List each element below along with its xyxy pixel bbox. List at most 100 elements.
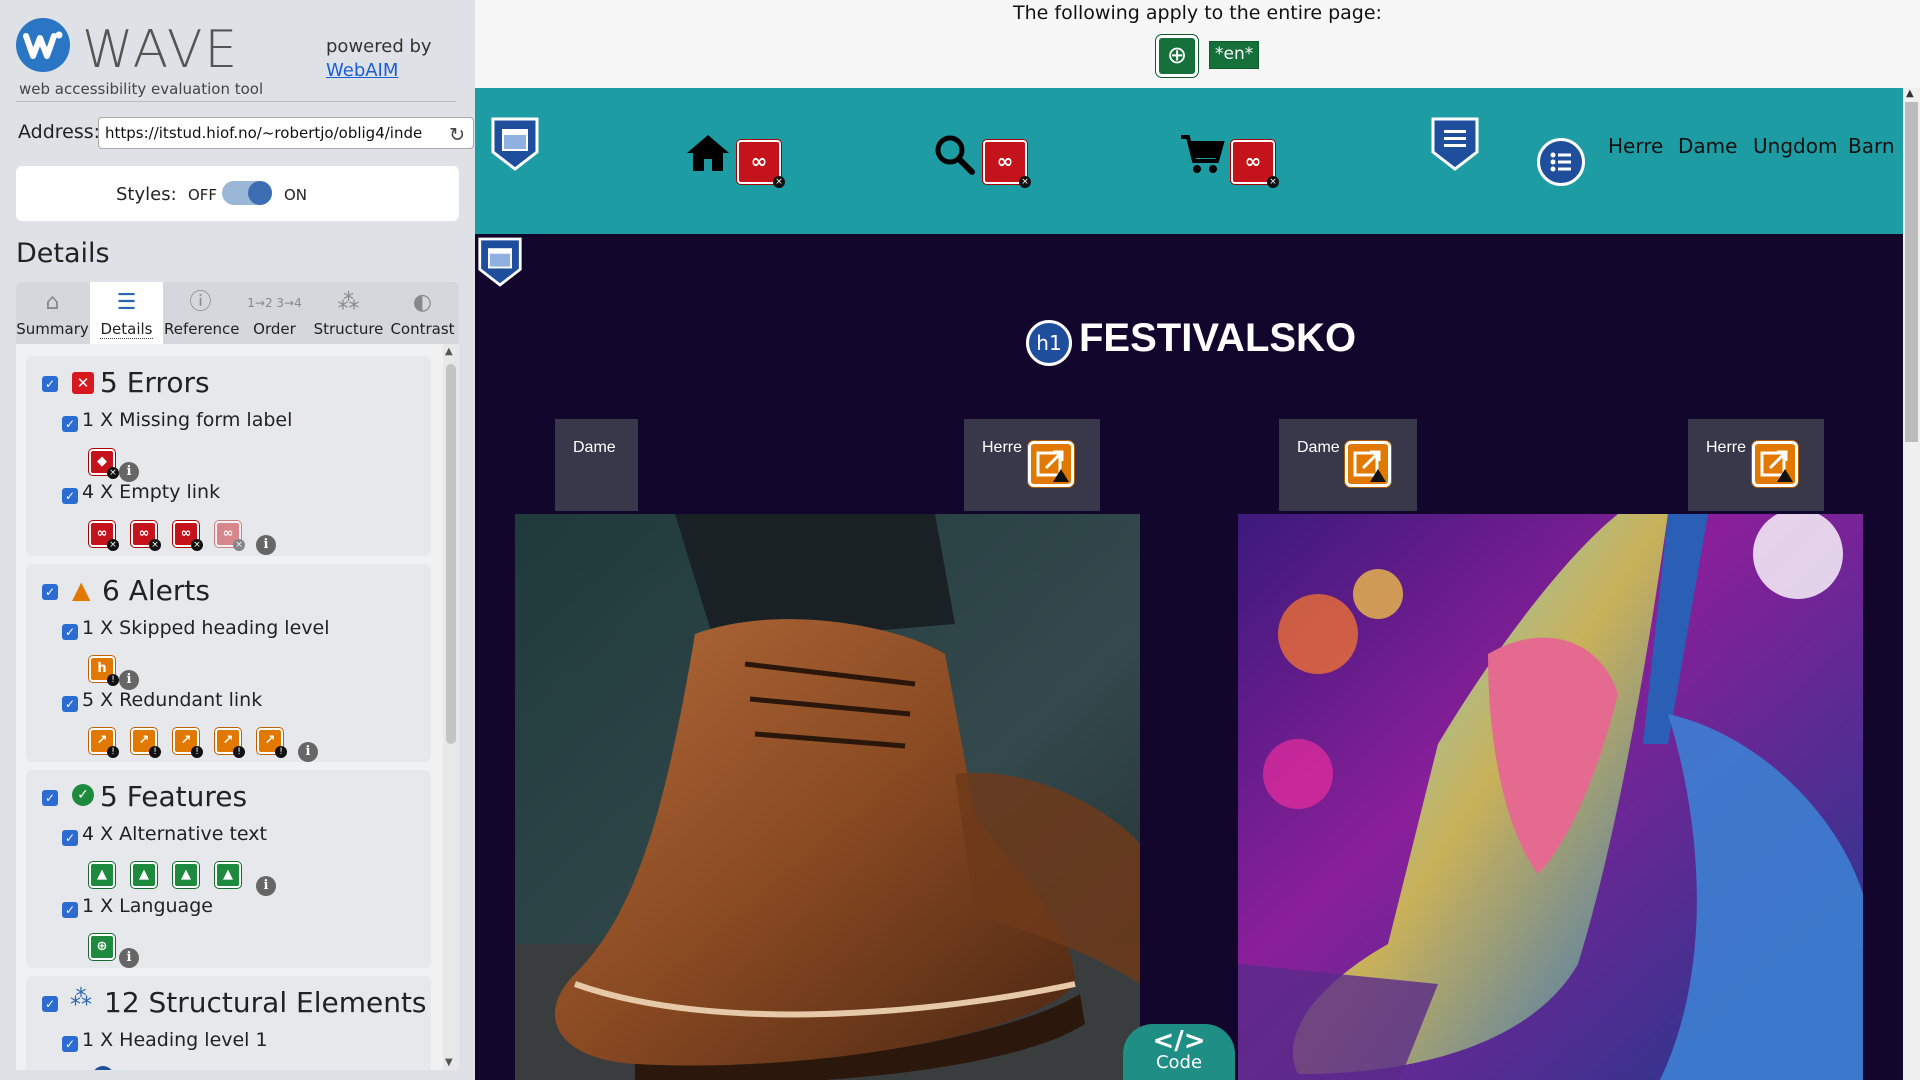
redundant-link-icon[interactable]: ↗! xyxy=(215,728,245,758)
product-image-women-shoe[interactable] xyxy=(1238,514,1863,1080)
empty-link-icon[interactable]: ∞ × xyxy=(89,521,119,551)
product-image-men-shoe[interactable] xyxy=(515,514,1140,1080)
language-icon[interactable]: ⊕ xyxy=(89,934,115,960)
tag-label: Dame xyxy=(1297,439,1340,456)
tag-dame[interactable]: Dame xyxy=(1279,419,1417,511)
tag-herre[interactable]: Herre xyxy=(964,419,1100,511)
scroll-thumb[interactable] xyxy=(446,364,456,744)
tab-reference[interactable]: ⓘ Reference xyxy=(164,282,240,344)
reload-icon[interactable]: ↻ xyxy=(449,124,465,146)
info-icon[interactable]: i xyxy=(119,462,139,482)
tag-label: Herre xyxy=(1706,439,1747,456)
redundant-link-icon[interactable]: ↗! xyxy=(173,728,203,758)
errors-title: 5 Errors xyxy=(100,366,210,399)
missing-form-label-checkbox[interactable]: ✓ xyxy=(62,416,78,432)
features-title: 5 Features xyxy=(100,780,248,813)
empty-link-checkbox[interactable]: ✓ xyxy=(62,488,78,504)
empty-link-icon[interactable]: ∞ × xyxy=(215,521,245,551)
main-landmark-icon[interactable] xyxy=(477,236,523,288)
errors-checkbox[interactable]: ✓ xyxy=(42,376,58,392)
tab-summary[interactable]: ⌂ Summary xyxy=(16,282,89,344)
alt-text-icon[interactable]: ▲ xyxy=(89,862,115,888)
panel-tabs: ⌂ Summary ☰ Details ⓘ Reference 1→2 3→4 … xyxy=(16,282,459,344)
tag-herre[interactable]: Herre xyxy=(1688,419,1824,511)
empty-link-icon[interactable]: ∞ × xyxy=(737,140,785,188)
navigation-landmark-icon[interactable] xyxy=(1430,116,1480,172)
empty-link-icon[interactable]: ∞ × xyxy=(1231,140,1279,188)
redundant-link-checkbox[interactable]: ✓ xyxy=(62,696,78,712)
scroll-up-icon[interactable]: ▲ xyxy=(445,346,453,357)
empty-link-icon[interactable]: ∞ × xyxy=(131,521,161,551)
home-link[interactable] xyxy=(685,133,731,177)
structure-icon: ⁂ xyxy=(70,986,92,1011)
alt-text-icon[interactable]: ▲ xyxy=(173,862,199,888)
redundant-link-icon[interactable] xyxy=(1345,441,1391,487)
tab-label: Summary xyxy=(16,320,89,338)
wave-sidebar: WAVE web accessibility evaluation tool p… xyxy=(0,0,475,1080)
info-icon[interactable]: i xyxy=(256,535,276,555)
tag-dame[interactable]: Dame xyxy=(555,419,638,511)
alt-text-checkbox[interactable]: ✓ xyxy=(62,830,78,846)
structural-title: 12 Structural Elements xyxy=(104,986,427,1019)
page-scrollbar[interactable]: ▲ xyxy=(1903,88,1920,1080)
nav-link-dame[interactable]: Dame xyxy=(1678,134,1737,158)
scroll-thumb[interactable] xyxy=(1905,102,1918,442)
search-link[interactable] xyxy=(933,133,975,179)
list-icon[interactable] xyxy=(1537,138,1585,186)
info-icon[interactable]: i xyxy=(119,948,139,968)
structural-checkbox[interactable]: ✓ xyxy=(42,996,58,1012)
h1-badge[interactable]: h1 xyxy=(1026,320,1072,366)
styles-on-label: ON xyxy=(284,186,308,204)
info-icon[interactable]: i xyxy=(298,742,318,762)
check-icon: ✓ xyxy=(72,784,94,806)
globe-icon[interactable]: ⊕ xyxy=(1156,35,1198,77)
alt-text-icon[interactable]: ▲ xyxy=(215,862,241,888)
redundant-link-icon[interactable]: ↗! xyxy=(131,728,161,758)
redundant-link-icon[interactable]: ↗! xyxy=(257,728,287,758)
language-checkbox[interactable]: ✓ xyxy=(62,902,78,918)
language-badge[interactable]: *en* xyxy=(1209,41,1260,69)
panel-scrollbar[interactable]: ▲ ▼ xyxy=(443,344,459,1070)
info-icon[interactable]: i xyxy=(119,670,139,690)
header-landmark-icon[interactable] xyxy=(490,116,540,172)
alt-text-text: 4 X Alternative text xyxy=(82,823,267,845)
missing-label-icon[interactable]: ◆ × xyxy=(89,449,119,479)
skipped-heading-checkbox[interactable]: ✓ xyxy=(62,624,78,640)
tab-contrast[interactable]: ◐ Contrast xyxy=(386,282,459,344)
info-icon[interactable]: i xyxy=(256,876,276,896)
styles-toggle[interactable] xyxy=(222,181,272,205)
alt-text-icon[interactable]: ▲ xyxy=(131,862,157,888)
error-icon: ✕ xyxy=(72,372,94,394)
scroll-down-icon[interactable]: ▼ xyxy=(445,1057,453,1068)
wave-logo-area: WAVE web accessibility evaluation tool p… xyxy=(16,18,456,102)
scroll-up-icon[interactable]: ▲ xyxy=(1906,88,1914,99)
heading-level-1-checkbox[interactable]: ✓ xyxy=(62,1036,78,1052)
nav-link-barn[interactable]: Barn xyxy=(1848,134,1895,158)
wave-tagline: web accessibility evaluation tool xyxy=(19,80,264,98)
search-icon xyxy=(935,135,975,175)
main-content: h1 FESTIVALSKO Dame Herre Dame Herre </>… xyxy=(475,234,1903,1080)
tab-order[interactable]: 1→2 3→4 Order xyxy=(238,282,311,344)
nav-link-herre[interactable]: Herre xyxy=(1608,134,1663,158)
tab-label: Contrast xyxy=(390,320,455,338)
cart-link[interactable] xyxy=(1179,133,1225,179)
empty-link-icon[interactable]: ∞ × xyxy=(173,521,203,551)
redundant-link-icon[interactable]: ↗! xyxy=(89,728,119,758)
code-toggle-button[interactable]: </> Code xyxy=(1123,1024,1235,1080)
tab-details[interactable]: ☰ Details xyxy=(90,282,163,344)
address-label: Address: xyxy=(18,121,101,143)
address-input[interactable]: https://itstud.hiof.no/~robertjo/oblig4/… xyxy=(98,117,474,149)
nav-link-ungdom[interactable]: Ungdom xyxy=(1753,134,1837,158)
tab-label: Reference xyxy=(164,320,240,338)
tab-structure[interactable]: ⁂ Structure xyxy=(312,282,385,344)
empty-link-icon[interactable]: ∞ × xyxy=(983,140,1031,188)
alerts-checkbox[interactable]: ✓ xyxy=(42,584,58,600)
skipped-heading-icon[interactable]: h! xyxy=(89,656,119,686)
webaim-link[interactable]: WebAIM xyxy=(326,60,398,81)
redundant-link-icon[interactable] xyxy=(1028,441,1074,487)
redundant-link-icon[interactable] xyxy=(1752,441,1798,487)
structure-icon: ⁂ xyxy=(337,290,360,315)
heading-icon[interactable] xyxy=(92,1066,114,1070)
features-checkbox[interactable]: ✓ xyxy=(42,790,58,806)
heading-level-1-text: 1 X Heading level 1 xyxy=(82,1029,268,1051)
